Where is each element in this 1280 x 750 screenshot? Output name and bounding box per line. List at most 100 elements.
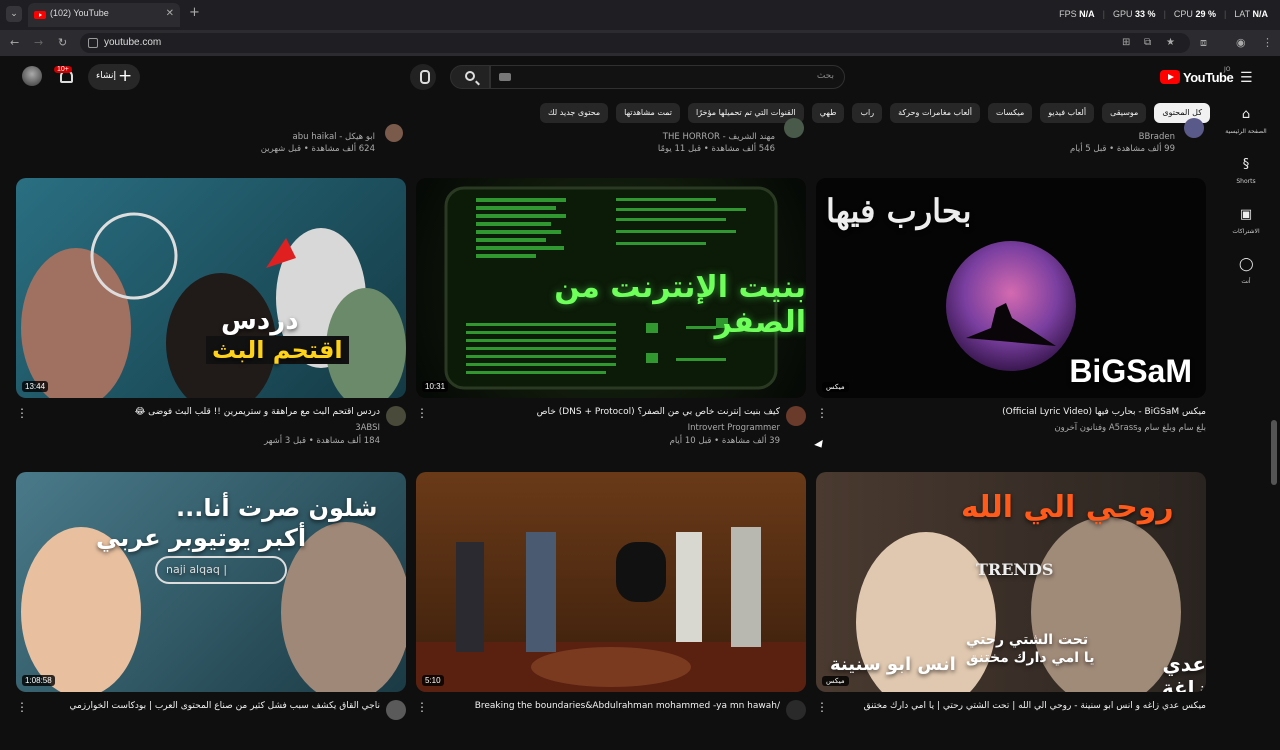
video-thumbnail[interactable]: شلون صرت أنا... أكبر يوتيوبر عربي naji a… — [16, 472, 406, 692]
thumb-text: دردس — [221, 306, 299, 336]
video-title[interactable]: كيف بنيت إنترنت خاص بي من الصفر؟ (DNS + … — [430, 407, 780, 417]
channel-name[interactable]: ابو هيكل - abu haikal — [205, 132, 375, 142]
video-thumbnail[interactable]: 5:10 — [416, 472, 806, 692]
bookmark-star-icon[interactable]: ★ — [1166, 37, 1175, 48]
video-card[interactable]: 5:10 ⋮ Breaking the boundaries&Abdulrahm… — [416, 472, 806, 750]
guide-item-home[interactable]: ⌂ الصفحة الرئيسية — [1225, 108, 1267, 136]
video-card[interactable]: بنيت الإنترنت من الصفر 10:31 ⋮ كيف بنيت … — [416, 178, 806, 456]
site-info-icon[interactable] — [88, 38, 98, 48]
channel-avatar[interactable] — [786, 406, 806, 426]
channel-name[interactable]: بلغ سام وبلغ سام وA5rass وفنانون آخرون — [1054, 423, 1206, 433]
chip-all[interactable]: كل المحتوى — [1154, 103, 1210, 123]
chip[interactable]: ألعاب مغامرات وحركة — [890, 103, 981, 123]
video-thumbnail[interactable]: دردس اقتحم البث 13:44 — [16, 178, 406, 398]
chip[interactable]: محتوى جديد لك — [540, 103, 609, 123]
hamburger-menu-icon[interactable]: ☰ — [1240, 70, 1253, 86]
channel-name[interactable]: مهند الشريف - THE HORROR — [610, 132, 775, 142]
shorts-icon: § — [1242, 157, 1250, 172]
thumb-text: انس ابو سنينة — [830, 654, 956, 675]
url-text: youtube.com — [104, 37, 162, 48]
extensions-icon[interactable]: ⧈ — [1200, 36, 1207, 50]
back-icon[interactable]: ← — [10, 36, 19, 49]
voice-search-button[interactable] — [410, 64, 436, 90]
chip[interactable]: ميكسات — [988, 103, 1033, 123]
video-title[interactable]: ميكس عدي زاغه و أنس ابو سنينة - روحي الي… — [826, 701, 1206, 711]
channel-avatar[interactable] — [1184, 118, 1204, 138]
channel-avatar[interactable] — [784, 118, 804, 138]
prev-video-meta: مهند الشريف - THE HORROR 546 ألف مشاهدة … — [610, 128, 775, 154]
video-thumbnail[interactable]: بحارب فيها BiGSaM ميكس — [816, 178, 1206, 398]
browser-tab[interactable]: (102) YouTube ✕ — [28, 3, 180, 27]
video-card[interactable]: بحارب فيها BiGSaM ميكس ⋮ ميكس BiGSaM - ب… — [816, 178, 1206, 456]
guide-item-subscriptions[interactable]: ▣ الاشتراكات — [1225, 208, 1267, 236]
mix-badge: ميكس — [822, 676, 849, 686]
video-title[interactable]: ميكس BiGSaM - بحارب فيها (Official Lyric… — [826, 407, 1206, 417]
more-options-icon[interactable]: ⋮ — [416, 406, 428, 420]
video-card[interactable]: دردس اقتحم البث 13:44 ⋮ دردس اقتحم البث … — [16, 178, 406, 456]
search-button[interactable] — [450, 65, 490, 89]
video-thumbnail[interactable]: بنيت الإنترنت من الصفر 10:31 — [416, 178, 806, 398]
address-field[interactable]: youtube.com ⊞ ⧉ ★ — [80, 33, 1190, 53]
video-info: ⋮ ناجي القاق يكشف سبب فشل كثير من صناع ا… — [16, 700, 406, 750]
video-title[interactable]: Breaking the boundaries&Abdulrahman moha… — [430, 701, 780, 711]
performance-hud: FPS N/A | GPU 33 % | CPU 29 % | LAT N/A — [1059, 9, 1268, 19]
install-icon[interactable]: ⧉ — [1144, 37, 1151, 48]
thumb-text: BiGSaM — [1069, 353, 1192, 389]
scrollbar-thumb[interactable] — [1271, 420, 1277, 485]
channel-name[interactable]: 3ABSI — [355, 423, 380, 433]
band-artwork — [416, 527, 806, 692]
video-thumbnail[interactable]: روحي الي الله TRENDS انس ابو سنينة تحت ا… — [816, 472, 1206, 692]
translate-icon[interactable]: ⊞ — [1122, 37, 1130, 48]
thumb-text: بحارب فيها — [826, 192, 972, 230]
mini-guide: ⌂ الصفحة الرئيسية § Shorts ▣ الاشتراكات … — [1225, 100, 1280, 720]
tab-list-button[interactable]: ⌄ — [6, 6, 22, 22]
search-placeholder: بحث — [816, 71, 834, 81]
more-options-icon[interactable]: ⋮ — [16, 700, 28, 714]
thumb-text: TRENDS — [976, 560, 1054, 579]
new-tab-button[interactable]: + — [189, 5, 200, 20]
video-card[interactable]: روحي الي الله TRENDS انس ابو سنينة تحت ا… — [816, 472, 1206, 750]
chip[interactable]: طهي — [811, 103, 845, 123]
channel-name[interactable]: Introvert Programmer — [688, 423, 780, 433]
more-options-icon[interactable]: ⋮ — [416, 700, 428, 714]
channel-name[interactable]: BBraden — [1010, 132, 1175, 142]
video-duration: 1:08:58 — [22, 675, 55, 686]
search-icon — [465, 71, 475, 81]
tab-close-icon[interactable]: ✕ — [166, 8, 174, 19]
channel-avatar[interactable] — [386, 700, 406, 720]
guide-item-you[interactable]: ◯ أنت — [1225, 258, 1267, 286]
plus-icon: + — [118, 66, 133, 86]
thumb-text: تحت الشتي رحتي — [966, 632, 1089, 648]
search-input[interactable]: بحث — [490, 65, 845, 89]
video-duration: 5:10 — [422, 675, 444, 686]
chip[interactable]: ألعاب فيديو — [1040, 103, 1095, 123]
chip[interactable]: راب — [852, 103, 883, 123]
reload-icon[interactable]: ↻ — [58, 36, 67, 49]
forward-icon[interactable]: → — [34, 36, 43, 49]
guide-item-shorts[interactable]: § Shorts — [1225, 157, 1267, 186]
video-card[interactable]: شلون صرت أنا... أكبر يوتيوبر عربي naji a… — [16, 472, 406, 750]
thumb-text: naji alqaq | — [166, 563, 228, 576]
video-title[interactable]: دردس اقتحم البث مع مراهقة و ستريمرين !! … — [30, 407, 380, 417]
keyboard-icon[interactable] — [499, 73, 511, 81]
video-duration: 13:44 — [22, 381, 49, 392]
chip[interactable]: تمت مشاهدتها — [616, 103, 681, 123]
more-options-icon[interactable]: ⋮ — [16, 406, 28, 420]
youtube-play-icon — [1160, 70, 1180, 84]
thumb-text: بنيت الإنترنت من الصفر — [554, 270, 806, 340]
channel-avatar[interactable] — [786, 700, 806, 720]
chip[interactable]: موسيقى — [1102, 103, 1147, 123]
channel-avatar[interactable] — [385, 124, 403, 142]
people-artwork — [21, 212, 406, 398]
channel-avatar[interactable] — [386, 406, 406, 426]
youtube-logo[interactable]: YouTube — [1160, 68, 1234, 86]
prev-video-meta: ابو هيكل - abu haikal 624 ألف مشاهدة • ق… — [205, 128, 375, 154]
video-title[interactable]: ناجي القاق يكشف سبب فشل كثير من صناع الم… — [30, 701, 380, 711]
browser-menu-icon[interactable]: ⋮ — [1262, 36, 1273, 49]
mix-badge: ميكس — [822, 382, 849, 392]
account-avatar[interactable] — [22, 66, 42, 86]
tab-title: (102) YouTube — [50, 8, 109, 18]
profile-icon[interactable]: ◉ — [1236, 36, 1246, 49]
create-button[interactable]: + إنشاء — [88, 64, 140, 90]
video-info: ⋮ كيف بنيت إنترنت خاص بي من الصفر؟ (DNS … — [416, 406, 806, 456]
